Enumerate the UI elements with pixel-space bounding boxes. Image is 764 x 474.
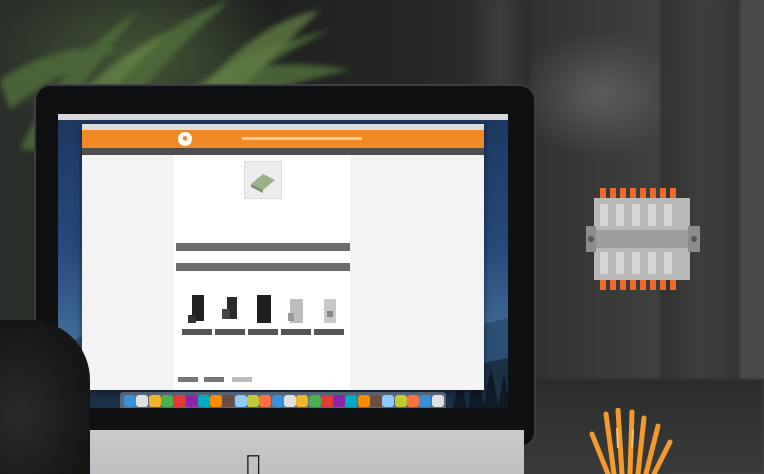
dock-app-icon[interactable] bbox=[370, 395, 382, 407]
variant-item[interactable] bbox=[182, 293, 212, 337]
apple-logo-icon:  bbox=[246, 452, 260, 474]
photo-scene:  ● bbox=[0, 0, 764, 474]
dock-app-icon[interactable] bbox=[247, 395, 259, 407]
variant-image bbox=[257, 295, 271, 323]
variant-caption bbox=[215, 329, 245, 335]
dock-app-icon[interactable] bbox=[333, 395, 346, 407]
dock-app-icon[interactable] bbox=[124, 395, 136, 407]
dock-app-icon[interactable] bbox=[394, 395, 407, 407]
site-navigation[interactable] bbox=[242, 137, 362, 140]
section-header[interactable] bbox=[176, 263, 350, 271]
variant-image bbox=[288, 299, 303, 323]
imac-chin bbox=[54, 430, 524, 474]
dock-app-icon[interactable] bbox=[357, 395, 370, 407]
variant-caption bbox=[314, 329, 344, 335]
dock-app-icon[interactable] bbox=[283, 395, 296, 407]
dock-app-icon[interactable] bbox=[173, 395, 186, 407]
dock-app-icon[interactable] bbox=[185, 395, 198, 407]
site-header: ● bbox=[82, 130, 484, 148]
section-header[interactable] bbox=[176, 243, 350, 251]
dock-app-icon[interactable] bbox=[160, 395, 173, 407]
variant-caption bbox=[182, 329, 212, 335]
dock-app-icon[interactable] bbox=[197, 395, 210, 407]
dock-app-icon[interactable] bbox=[148, 395, 161, 407]
action-button[interactable] bbox=[178, 377, 198, 382]
dock-app-icon[interactable] bbox=[308, 395, 321, 407]
variant-item[interactable] bbox=[281, 293, 311, 337]
dock-app-icon[interactable] bbox=[136, 395, 149, 407]
connector-thumbnail-icon bbox=[251, 174, 275, 193]
dock-app-icon[interactable] bbox=[234, 395, 247, 407]
variant-item[interactable] bbox=[314, 293, 344, 337]
macos-menubar bbox=[58, 114, 508, 120]
dock-app-icon[interactable] bbox=[271, 395, 284, 407]
variant-image bbox=[188, 295, 204, 323]
variant-caption bbox=[281, 329, 311, 335]
variant-item[interactable] bbox=[215, 293, 245, 337]
pencil-cup bbox=[589, 408, 673, 474]
dock-app-icon[interactable] bbox=[419, 395, 432, 407]
imac-screen: ● bbox=[58, 114, 508, 408]
variant-item[interactable] bbox=[248, 293, 278, 337]
variant-image bbox=[324, 299, 336, 323]
product-page-content bbox=[174, 155, 350, 390]
dock-app-icon[interactable] bbox=[210, 395, 223, 407]
dock-app-icon[interactable] bbox=[259, 395, 272, 407]
action-button[interactable] bbox=[204, 377, 224, 382]
variant-caption bbox=[248, 329, 278, 335]
dock-app-icon[interactable] bbox=[431, 395, 444, 407]
dock-app-icon[interactable] bbox=[296, 395, 309, 407]
product-variants bbox=[182, 293, 344, 337]
browser-window: ● bbox=[82, 124, 484, 390]
action-button[interactable] bbox=[232, 377, 252, 382]
foreground-shoulder bbox=[0, 320, 90, 474]
product-image[interactable] bbox=[244, 161, 282, 199]
dock-app-icon[interactable] bbox=[406, 395, 419, 407]
heavy-duty-connector bbox=[586, 188, 700, 290]
macos-dock bbox=[120, 392, 446, 408]
site-subnav bbox=[82, 148, 484, 155]
dock-app-icon[interactable] bbox=[320, 395, 333, 407]
variant-image bbox=[222, 297, 237, 319]
dock-app-icon[interactable] bbox=[222, 395, 235, 407]
dock-app-icon[interactable] bbox=[382, 395, 395, 407]
brand-logo-icon[interactable]: ● bbox=[178, 132, 192, 146]
dock-app-icon[interactable] bbox=[345, 395, 358, 407]
